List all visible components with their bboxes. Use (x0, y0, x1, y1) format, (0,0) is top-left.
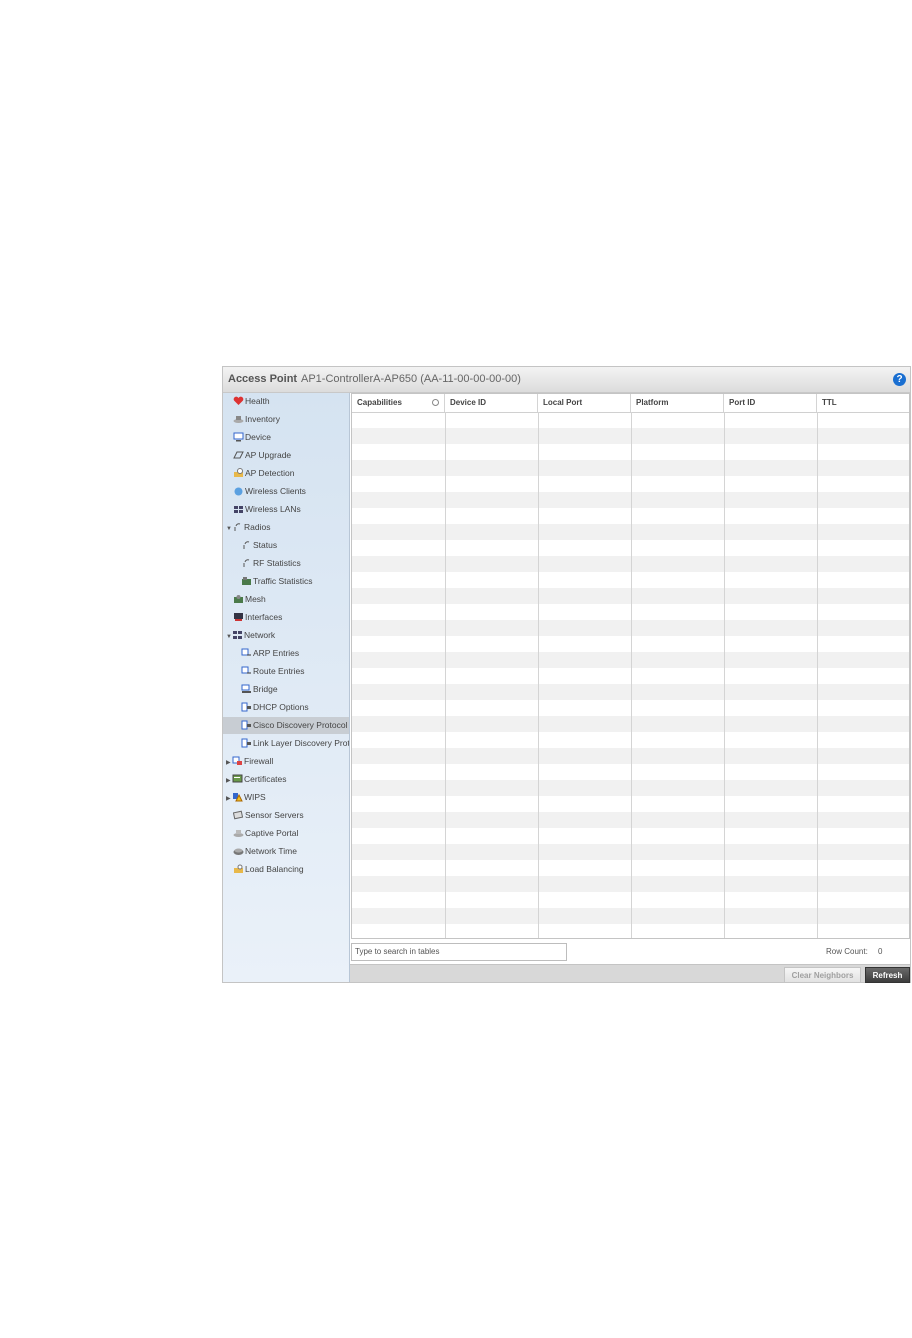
sidebar-item-sensor-servers[interactable]: Sensor Servers (223, 807, 349, 824)
sidebar: Health Inventory Device AP Upgrade AP De… (223, 393, 350, 982)
network-icon (233, 631, 242, 639)
title-bar: Access Point AP1-ControllerA-AP650 (AA-1… (223, 367, 910, 393)
network-time-icon (233, 848, 244, 855)
column-header-device-id[interactable]: Device ID (445, 394, 538, 412)
sidebar-item-ap-detection[interactable]: AP Detection (223, 465, 349, 482)
sidebar-item-device[interactable]: Device (223, 429, 349, 446)
sidebar-item-radios[interactable]: ▼ Radios (223, 519, 349, 536)
certificate-icon (232, 774, 243, 783)
sidebar-item-network[interactable]: ▼ Network (223, 627, 349, 644)
sidebar-item-cisco-discovery-protocol[interactable]: Cisco Discovery Protocol (223, 717, 349, 734)
column-header-ttl[interactable]: TTL (817, 394, 909, 412)
column-header-capabilities[interactable]: Capabilities (352, 394, 445, 412)
wips-icon (233, 793, 243, 802)
device-name: AP1-ControllerA-AP650 (AA-11-00-00-00-00… (301, 373, 521, 385)
column-divider (631, 412, 632, 938)
traffic-icon (242, 577, 251, 585)
sidebar-item-status[interactable]: Status (223, 537, 349, 554)
column-divider (538, 412, 539, 938)
table-header: Capabilities Device ID Local Port Platfo… (352, 394, 909, 413)
column-header-local-port[interactable]: Local Port (538, 394, 631, 412)
sidebar-item-lldp[interactable]: Link Layer Discovery Protocol (223, 735, 349, 752)
dhcp-icon (241, 702, 251, 712)
column-divider (817, 412, 818, 938)
wireless-lans-icon (234, 506, 243, 513)
ap-detection-icon (234, 468, 243, 477)
sidebar-item-health[interactable]: Health (223, 393, 349, 410)
sidebar-item-dhcp-options[interactable]: DHCP Options (223, 699, 349, 716)
bridge-icon (241, 684, 251, 693)
help-icon[interactable]: ? (893, 373, 906, 386)
sidebar-item-wips[interactable]: ▶ WIPS (223, 789, 349, 806)
column-divider (445, 412, 446, 938)
sidebar-item-route-entries[interactable]: Route Entries (223, 663, 349, 680)
route-icon (241, 666, 251, 674)
table-search-input[interactable]: Type to search in tables (351, 943, 567, 961)
sidebar-item-wireless-lans[interactable]: Wireless LANs (223, 501, 349, 518)
sidebar-item-inventory[interactable]: Inventory (223, 411, 349, 428)
clear-neighbors-button[interactable]: Clear Neighbors (784, 967, 861, 983)
radio-icon (234, 523, 241, 531)
column-divider (724, 412, 725, 938)
sidebar-item-traffic-statistics[interactable]: Traffic Statistics (223, 573, 349, 590)
load-balancing-icon (234, 864, 243, 873)
sidebar-item-certificates[interactable]: ▶ Certificates (223, 771, 349, 788)
sidebar-item-rf-statistics[interactable]: RF Statistics (223, 555, 349, 572)
sort-icon[interactable] (432, 399, 439, 406)
sensor-icon (233, 810, 244, 820)
sidebar-item-firewall[interactable]: ▶ Firewall (223, 753, 349, 770)
interfaces-icon (234, 613, 243, 621)
cdp-icon (241, 720, 251, 730)
firewall-icon (232, 756, 242, 765)
sidebar-item-interfaces[interactable]: Interfaces (223, 609, 349, 626)
device-icon (233, 432, 244, 442)
sidebar-item-arp-entries[interactable]: ARP Entries (223, 645, 349, 662)
mesh-icon (234, 595, 243, 603)
wireless-clients-icon (234, 487, 243, 496)
radio-icon (243, 559, 250, 567)
refresh-button[interactable]: Refresh (865, 967, 910, 983)
sidebar-item-bridge[interactable]: Bridge (223, 681, 349, 698)
sidebar-item-wireless-clients[interactable]: Wireless Clients (223, 483, 349, 500)
sidebar-item-ap-upgrade[interactable]: AP Upgrade (223, 447, 349, 464)
column-header-platform[interactable]: Platform (631, 394, 724, 412)
row-count-value: 0 (878, 947, 883, 956)
arp-icon (241, 648, 251, 656)
sidebar-item-mesh[interactable]: Mesh (223, 591, 349, 608)
footer-bar: Clear Neighbors Refresh (350, 964, 910, 983)
ap-upgrade-icon (233, 451, 244, 459)
captive-portal-icon (233, 830, 244, 837)
radio-icon (243, 541, 250, 549)
sidebar-item-network-time[interactable]: Network Time (223, 843, 349, 860)
page-title: Access Point (228, 373, 298, 385)
sidebar-item-load-balancing[interactable]: Load Balancing (223, 861, 349, 878)
sidebar-item-captive-portal[interactable]: Captive Portal (223, 825, 349, 842)
health-icon (233, 396, 244, 405)
row-count-label: Row Count: (826, 947, 868, 956)
lldp-icon (241, 738, 251, 748)
access-point-panel: Access Point AP1-ControllerA-AP650 (AA-1… (222, 366, 911, 983)
inventory-icon (233, 416, 244, 423)
column-header-port-id[interactable]: Port ID (724, 394, 817, 412)
cdp-neighbors-table: Capabilities Device ID Local Port Platfo… (351, 393, 910, 939)
